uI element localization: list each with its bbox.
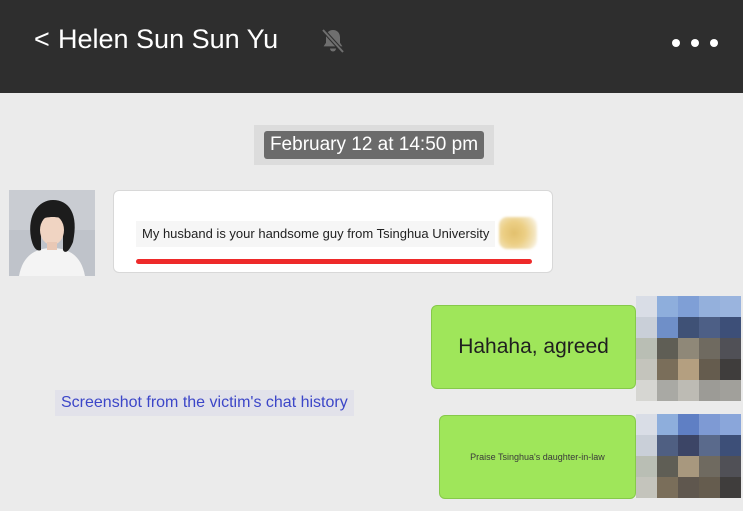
blurred-emoji-icon (499, 217, 537, 249)
back-button[interactable]: < (34, 22, 58, 56)
received-message-text: My husband is your handsome guy from Tsi… (136, 221, 496, 247)
back-chevron-icon: < (34, 23, 50, 54)
chat-header: < Helen Sun Sun Yu (0, 0, 743, 93)
sent-message-text: Hahaha, agreed (458, 335, 609, 358)
sent-message-bubble[interactable]: Hahaha, agreed (431, 305, 636, 389)
avatar-photo-icon (9, 190, 95, 276)
pixelated-avatar[interactable] (636, 414, 741, 498)
more-dot-icon (691, 39, 699, 47)
more-options-button[interactable] (672, 32, 718, 54)
screenshot-caption: Screenshot from the victim's chat histor… (55, 390, 354, 416)
contact-avatar[interactable] (9, 190, 95, 276)
pixelated-avatar[interactable] (636, 296, 741, 401)
received-message-bubble[interactable]: My husband is your handsome guy from Tsi… (113, 190, 553, 273)
sent-message-text: Praise Tsinghua's daughter-in-law (470, 452, 605, 462)
timestamp-row: February 12 at 14:50 pm (254, 125, 494, 165)
red-highlight-underline (136, 259, 532, 264)
chat-title: Helen Sun Sun Yu (58, 24, 279, 54)
message-timestamp: February 12 at 14:50 pm (263, 131, 485, 159)
more-dot-icon (672, 39, 680, 47)
sent-message-bubble[interactable]: Praise Tsinghua's daughter-in-law (439, 415, 636, 499)
more-dot-icon (710, 39, 718, 47)
bell-slash-icon (321, 28, 345, 54)
